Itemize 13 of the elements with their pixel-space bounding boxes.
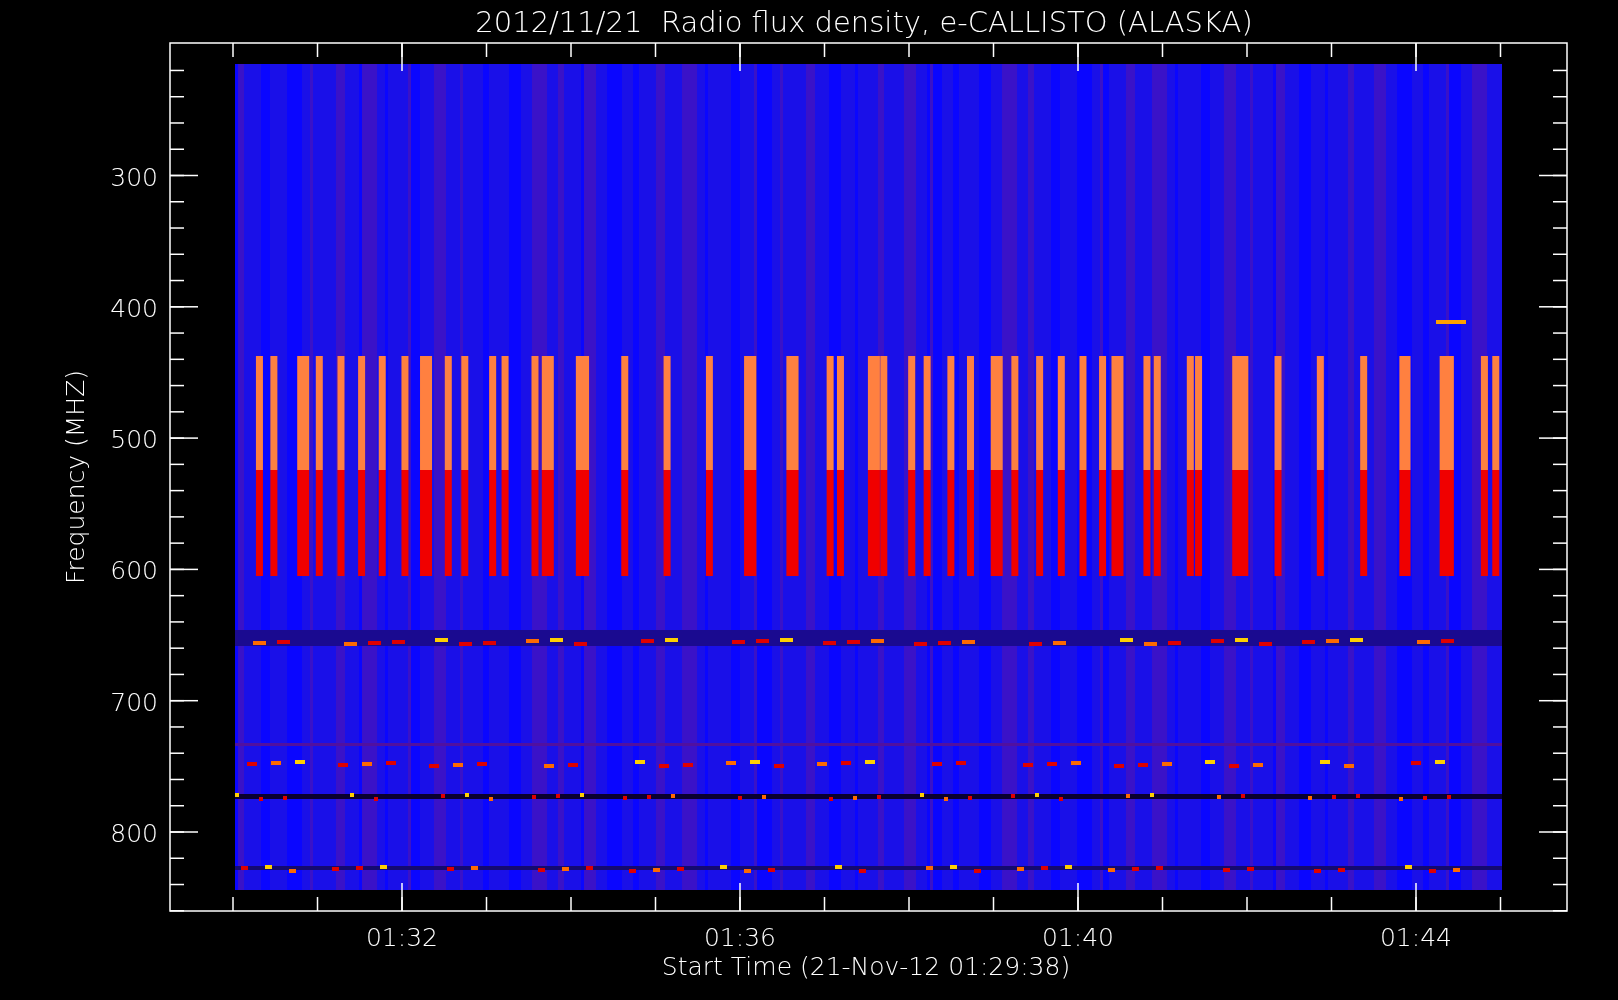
y-tick-label: 300 xyxy=(110,162,158,192)
chart-title: 2012/11/21 Radio flux density, e-CALLISTO (ALASKA) xyxy=(475,5,1253,39)
x-tick-label: 01:44 xyxy=(1380,923,1452,952)
x-tick-label: 01:32 xyxy=(366,923,438,952)
y-tick-label: 700 xyxy=(110,687,158,717)
y-tick-label: 400 xyxy=(110,293,158,323)
y-tick-label: 600 xyxy=(110,556,158,586)
x-axis-title: Start Time (21-Nov-12 01:29:38) xyxy=(661,952,1071,981)
x-tick-label: 01:40 xyxy=(1042,923,1114,952)
x-tick-label: 01:36 xyxy=(704,923,776,952)
y-axis-title: Frequency (MHZ) xyxy=(61,369,90,585)
y-tick-label: 800 xyxy=(110,819,158,848)
y-tick-label: 500 xyxy=(110,425,158,455)
